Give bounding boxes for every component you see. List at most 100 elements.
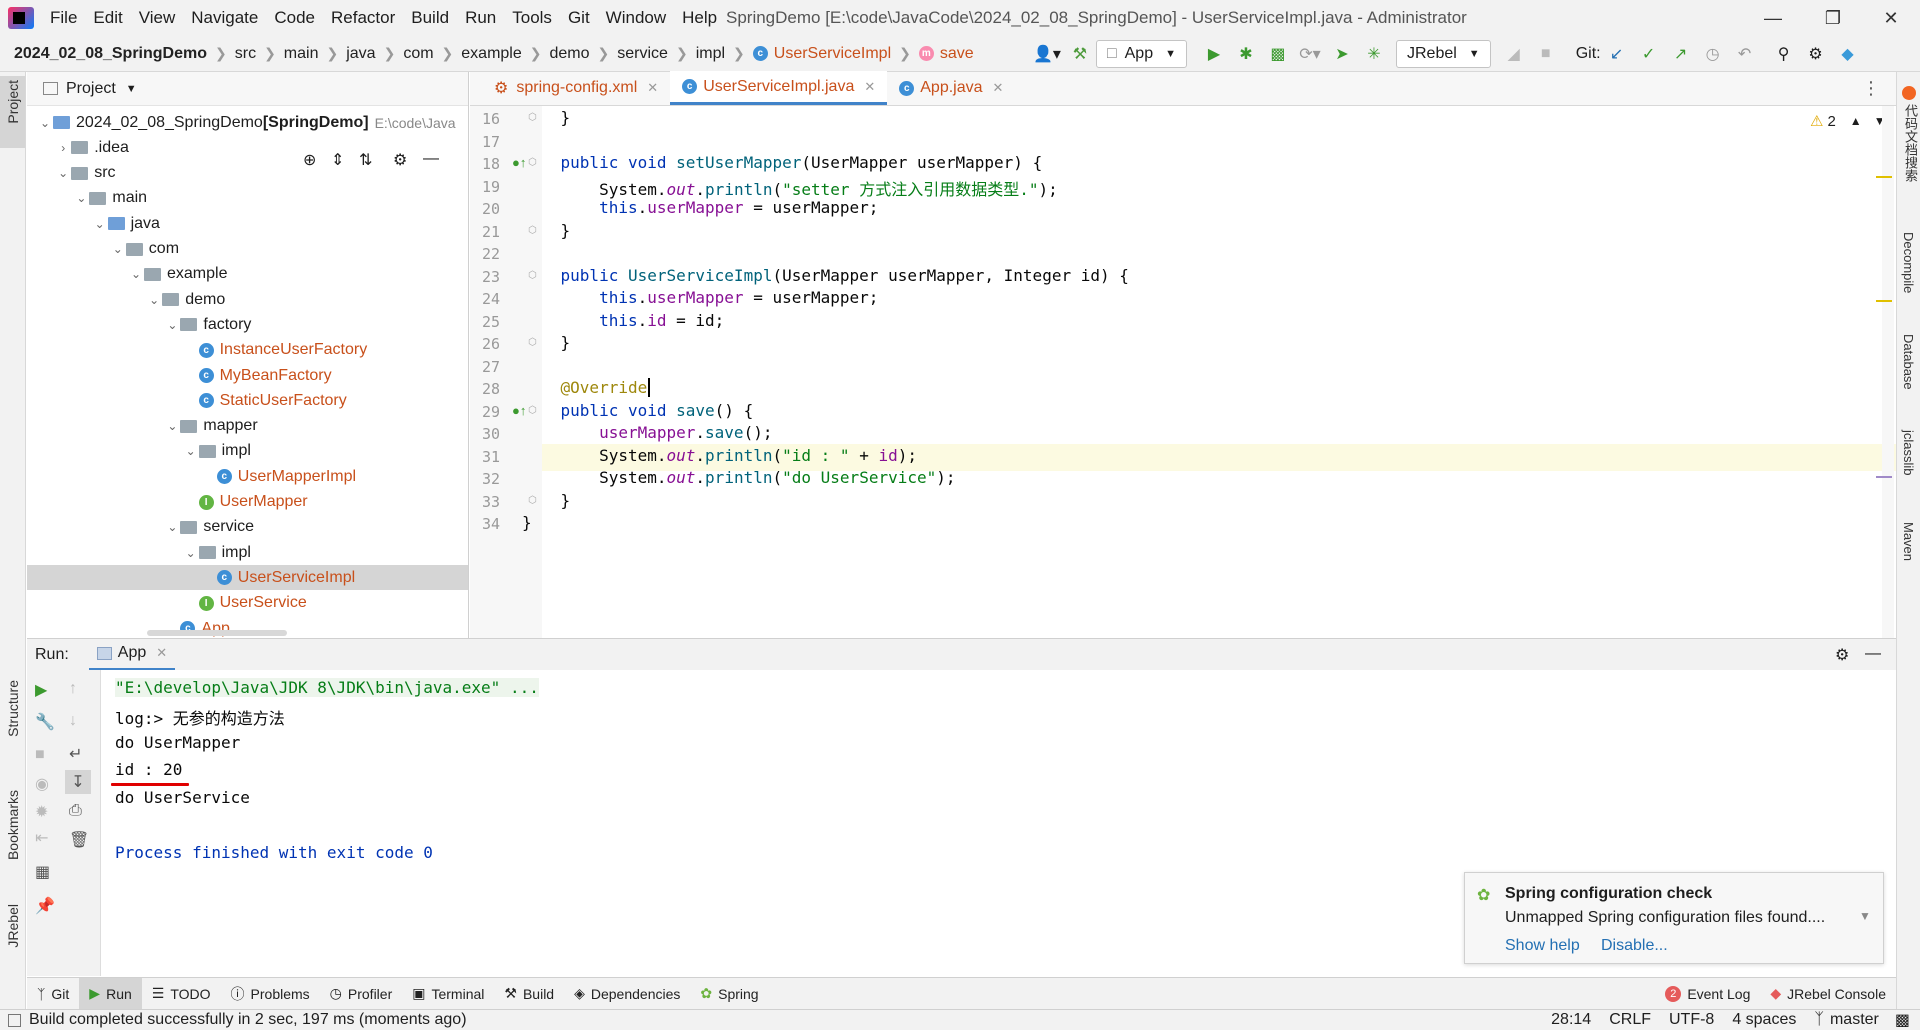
chevron-right-icon[interactable]: › xyxy=(55,141,71,155)
rerun-icon[interactable]: ▶ xyxy=(35,680,47,700)
line-number[interactable]: 34 xyxy=(470,515,500,533)
tool-todo[interactable]: ☰ TODO xyxy=(142,978,221,1010)
history-icon[interactable]: ◷ xyxy=(1700,41,1726,67)
tree-node-service[interactable]: ⌄ service xyxy=(27,515,468,540)
menu-help[interactable]: Help xyxy=(674,8,725,28)
soft-wrap-icon[interactable]: ↵ xyxy=(69,744,82,764)
rebuild-icon[interactable]: ◢ xyxy=(1501,41,1527,67)
status-message[interactable]: Build completed successfully in 2 sec, 1… xyxy=(29,1011,467,1029)
chevron-down-icon[interactable]: ⌄ xyxy=(164,419,180,433)
decompile-tool-button[interactable]: Decompile xyxy=(1901,232,1916,293)
code-line[interactable]: } xyxy=(522,108,571,127)
search-icon[interactable]: ⚲ xyxy=(1771,41,1797,67)
chevron-down-icon[interactable]: ▼ xyxy=(1859,909,1871,923)
line-number[interactable]: 24 xyxy=(470,290,500,308)
menu-tools[interactable]: Tools xyxy=(504,8,560,28)
tree-node-usermapperimpl[interactable]: c UserMapperImpl xyxy=(27,464,468,489)
chevron-down-icon[interactable]: ⌄ xyxy=(73,191,89,205)
structure-tool-button[interactable]: Structure xyxy=(5,680,21,737)
line-number[interactable]: 20 xyxy=(470,200,500,218)
chevron-down-icon[interactable]: ⌄ xyxy=(110,242,126,256)
tree-node-demo[interactable]: ⌄ demo xyxy=(27,287,468,312)
breadcrumb-com[interactable]: com xyxy=(403,45,433,63)
run-icon[interactable]: ▶ xyxy=(1201,41,1227,67)
tree-node-main[interactable]: ⌄ main xyxy=(27,186,468,211)
tree-node-factory[interactable]: ⌄ factory xyxy=(27,312,468,337)
code-line[interactable]: } xyxy=(522,513,532,532)
indent-setting[interactable]: 4 spaces xyxy=(1732,1011,1796,1029)
show-help-link[interactable]: Show help xyxy=(1505,937,1580,955)
doc-search-tool-button[interactable]: 代码文档搜索 xyxy=(1901,104,1920,182)
tree-node-com[interactable]: ⌄ com xyxy=(27,237,468,262)
lock-icon[interactable]: ▩ xyxy=(1895,1010,1910,1030)
tool-profiler[interactable]: ◷ Profiler xyxy=(320,978,403,1010)
close-tab-icon[interactable]: ✕ xyxy=(156,645,167,661)
line-number[interactable]: 31 xyxy=(470,448,500,466)
run-tab-app[interactable]: App ✕ xyxy=(88,639,176,671)
menu-git[interactable]: Git xyxy=(560,8,598,28)
pin-icon[interactable]: 📌 xyxy=(35,896,55,916)
code-line[interactable]: public UserServiceImpl(UserMapper userMa… xyxy=(522,266,1129,285)
line-number[interactable]: 23 xyxy=(470,268,500,286)
breadcrumb-main[interactable]: main xyxy=(284,45,319,63)
stop-icon[interactable]: ■ xyxy=(1533,41,1559,67)
tool-dependencies[interactable]: ◈ Dependencies xyxy=(564,978,690,1010)
code-line[interactable]: this.userMapper = userMapper; xyxy=(522,288,878,307)
tree-node-mybeanfactory[interactable]: c MyBeanFactory xyxy=(27,363,468,388)
chevron-down-icon[interactable]: ⌄ xyxy=(55,166,71,180)
down-arrow-icon[interactable]: ↓ xyxy=(69,712,77,730)
print-icon[interactable]: ⎙ xyxy=(69,802,82,820)
tree-node-userserviceimpl[interactable]: c UserServiceImpl xyxy=(27,565,468,591)
tab-spring-config-xml[interactable]: ⚙ spring-config.xml ✕ xyxy=(482,71,670,105)
line-number[interactable]: 18 xyxy=(470,155,500,173)
tool-spring[interactable]: ✿ Spring xyxy=(690,978,768,1010)
line-number[interactable]: 19 xyxy=(470,178,500,196)
exit-icon[interactable]: ⇤ xyxy=(35,828,48,848)
settings-gear-icon[interactable]: ⚙ xyxy=(1835,645,1849,665)
hide-panel-icon[interactable]: — xyxy=(1865,645,1881,663)
tree-node-usermapper[interactable]: I UserMapper xyxy=(27,490,468,515)
code-line[interactable]: } xyxy=(522,491,571,510)
breadcrumb-project[interactable]: 2024_02_08_SpringDemo xyxy=(14,45,207,63)
more-options-icon[interactable]: ⋮ xyxy=(1862,78,1880,99)
caret-position[interactable]: 28:14 xyxy=(1551,1011,1591,1029)
chevron-down-icon[interactable]: ⌄ xyxy=(128,267,144,281)
tree-node-src[interactable]: ⌄ src xyxy=(27,161,468,186)
menu-refactor[interactable]: Refactor xyxy=(323,8,403,28)
code-line[interactable]: System.out.println("id : " + id); xyxy=(522,446,917,465)
coverage-icon[interactable]: ▩ xyxy=(1265,41,1291,67)
breadcrumb-src[interactable]: src xyxy=(235,45,256,63)
line-number[interactable]: 32 xyxy=(470,470,500,488)
chevron-down-icon[interactable]: ▼ xyxy=(126,83,137,95)
tab-app-java[interactable]: c App.java ✕ xyxy=(887,71,1015,105)
tree-node-java[interactable]: ⌄ java xyxy=(27,211,468,236)
close-tab-icon[interactable]: ✕ xyxy=(993,80,1004,96)
jclasslib-tool-button[interactable]: jclasslib xyxy=(1901,430,1916,476)
tree-node-userservice[interactable]: I UserService xyxy=(27,591,468,616)
toolbox-icon[interactable]: ◆ xyxy=(1835,41,1861,67)
line-separator[interactable]: CRLF xyxy=(1609,1011,1651,1029)
code-line[interactable]: } xyxy=(522,221,571,240)
chevron-down-icon[interactable]: ⌄ xyxy=(183,546,199,560)
code-editor[interactable]: 16 ⬡ 17 18 ●↑ ⬡ 19 20 21 ⬡ 22 23 ⬡ 24 25 26 ⬡ 27 28 29 ●↑ ⬡ 30… xyxy=(470,106,1896,638)
tree-node--idea[interactable]: › .idea xyxy=(27,135,468,160)
stop-icon[interactable]: ■ xyxy=(35,746,45,764)
project-view-label[interactable]: Project xyxy=(66,80,116,98)
line-number[interactable]: 26 xyxy=(470,335,500,353)
menu-code[interactable]: Code xyxy=(266,8,323,28)
git-push-icon[interactable]: ↗ xyxy=(1668,41,1694,67)
user-icon[interactable]: 👤▾ xyxy=(1033,41,1061,67)
breadcrumb-example[interactable]: example xyxy=(461,45,521,63)
tree-node-2024-02-08-springdemo[interactable]: ⌄ 2024_02_08_SpringDemo [SpringDemo] E:\c… xyxy=(27,110,468,135)
tree-horizontal-scrollbar[interactable] xyxy=(147,630,287,636)
tool-git[interactable]: ᛉ Git xyxy=(27,978,79,1010)
trash-icon[interactable]: 🗑 xyxy=(69,830,89,850)
tool-jrebel-console[interactable]: ◆ JRebel Console xyxy=(1760,978,1896,1010)
line-number[interactable]: 25 xyxy=(470,313,500,331)
code-line[interactable]: System.out.println("do UserService"); xyxy=(522,468,955,487)
tree-node-impl[interactable]: ⌄ impl xyxy=(27,439,468,464)
line-number[interactable]: 27 xyxy=(470,358,500,376)
chevron-down-icon[interactable]: ⌄ xyxy=(164,520,180,534)
breadcrumb-impl[interactable]: impl xyxy=(696,45,725,63)
line-number[interactable]: 21 xyxy=(470,223,500,241)
